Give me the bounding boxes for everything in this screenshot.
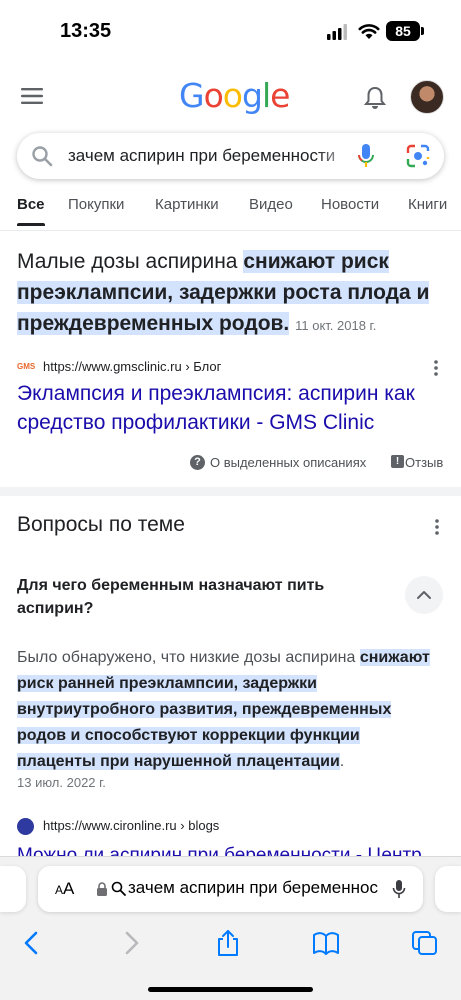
logo-letter: l <box>261 76 271 115</box>
answer-plain: Было обнаружено, что низкие дозы аспирин… <box>17 649 360 666</box>
logo-letter: e <box>270 76 290 115</box>
tabs-overview-icon[interactable] <box>410 929 440 957</box>
related-question[interactable]: Для чего беременным назначают пить аспир… <box>17 574 377 620</box>
logo-letter: G <box>179 76 205 115</box>
related-questions-title: Вопросы по теме <box>17 513 185 536</box>
dictation-mic-icon[interactable] <box>392 879 406 899</box>
answer-source[interactable]: https://www.cironline.ru › blogs <box>17 817 442 837</box>
home-indicator <box>148 987 313 992</box>
safari-toolbar: AA зачем аспирин при беременности <box>0 856 461 1000</box>
chevron-up-icon <box>417 591 431 599</box>
voice-search-mic-icon[interactable] <box>357 143 375 169</box>
about-featured-snippets-link[interactable]: О выделенных описаниях <box>210 455 366 470</box>
bookmarks-book-icon[interactable] <box>311 929 341 957</box>
tab-news[interactable]: Новости <box>321 196 379 230</box>
status-time: 13:35 <box>60 20 112 42</box>
help-icon[interactable]: ? <box>190 455 205 470</box>
cellular-signal-icon <box>327 24 347 40</box>
snippet-date: 11 окт. 2018 г. <box>295 318 377 333</box>
forward-arrow-icon[interactable] <box>116 929 146 957</box>
feedback-link[interactable]: Отзыв <box>405 455 443 470</box>
collapse-question-button[interactable] <box>405 576 443 614</box>
answer-source-url[interactable]: https://www.cironline.ru › blogs <box>43 818 219 833</box>
featured-snippet-text: Малые дозы аспирина снижают риск преэкла… <box>17 246 442 341</box>
search-input[interactable]: зачем аспирин при беременности <box>68 146 353 166</box>
tab-videos[interactable]: Видео <box>249 196 293 230</box>
related-answer-text: Было обнаружено, что низкие дозы аспирин… <box>17 645 442 775</box>
more-options-icon[interactable] <box>432 359 440 377</box>
logo-letter: o <box>203 76 224 115</box>
search-icon <box>111 881 126 896</box>
answer-date: 13 июл. 2022 г. <box>17 775 106 790</box>
answer-end: . <box>339 753 345 770</box>
logo-letter: g <box>241 76 263 115</box>
page-settings-button[interactable]: AA <box>55 879 74 899</box>
tab-shopping[interactable]: Покупки <box>68 196 124 230</box>
back-arrow-icon[interactable] <box>17 929 47 957</box>
google-lens-icon[interactable] <box>406 144 430 168</box>
hamburger-menu-icon[interactable] <box>21 87 43 105</box>
cironline-favicon <box>17 818 34 835</box>
snippet-source-url[interactable]: https://www.gmsclinic.ru › Блог <box>43 359 221 374</box>
aa-big: A <box>63 879 75 898</box>
tab-images[interactable]: Картинки <box>155 196 219 230</box>
share-icon[interactable] <box>213 929 243 957</box>
tab-books[interactable]: Книги <box>408 196 447 230</box>
address-bar[interactable]: AA зачем аспирин при беременности <box>38 866 423 912</box>
snippet-result-title-link[interactable]: Эклампсия и преэклампсия: аспирин как ср… <box>17 379 442 437</box>
snippet-plain: Малые дозы аспирина <box>17 250 244 273</box>
battery-indicator: 85 <box>386 21 424 41</box>
search-icon <box>32 146 53 167</box>
search-box[interactable]: зачем аспирин при беременности <box>17 133 444 179</box>
next-tab-preview[interactable] <box>435 866 461 912</box>
related-more-options-icon[interactable] <box>433 518 441 536</box>
snippet-source[interactable]: GMS https://www.gmsclinic.ru › Блог <box>17 358 442 378</box>
status-bar: 13:35 85 <box>0 0 461 62</box>
tabs-divider <box>0 230 461 231</box>
feedback-icon[interactable]: ! <box>391 455 404 468</box>
gms-favicon: GMS <box>17 362 36 371</box>
section-divider <box>0 487 461 496</box>
aa-small: A <box>55 883 64 897</box>
search-input-fade <box>317 141 357 171</box>
previous-tab-preview[interactable] <box>0 866 26 912</box>
tab-all[interactable]: Все <box>17 196 45 230</box>
notifications-bell-icon[interactable] <box>364 86 386 110</box>
wifi-icon <box>358 24 380 39</box>
user-avatar[interactable] <box>410 80 444 114</box>
google-logo[interactable]: Google <box>179 76 290 115</box>
search-tabs: Все Покупки Картинки Видео Новости Книги <box>0 196 461 230</box>
lock-icon <box>97 882 107 896</box>
logo-letter: o <box>222 76 243 115</box>
address-text[interactable]: зачем аспирин при беременности <box>128 878 378 898</box>
answer-highlight: снижают риск ранней преэклампсии, задерж… <box>17 649 430 770</box>
